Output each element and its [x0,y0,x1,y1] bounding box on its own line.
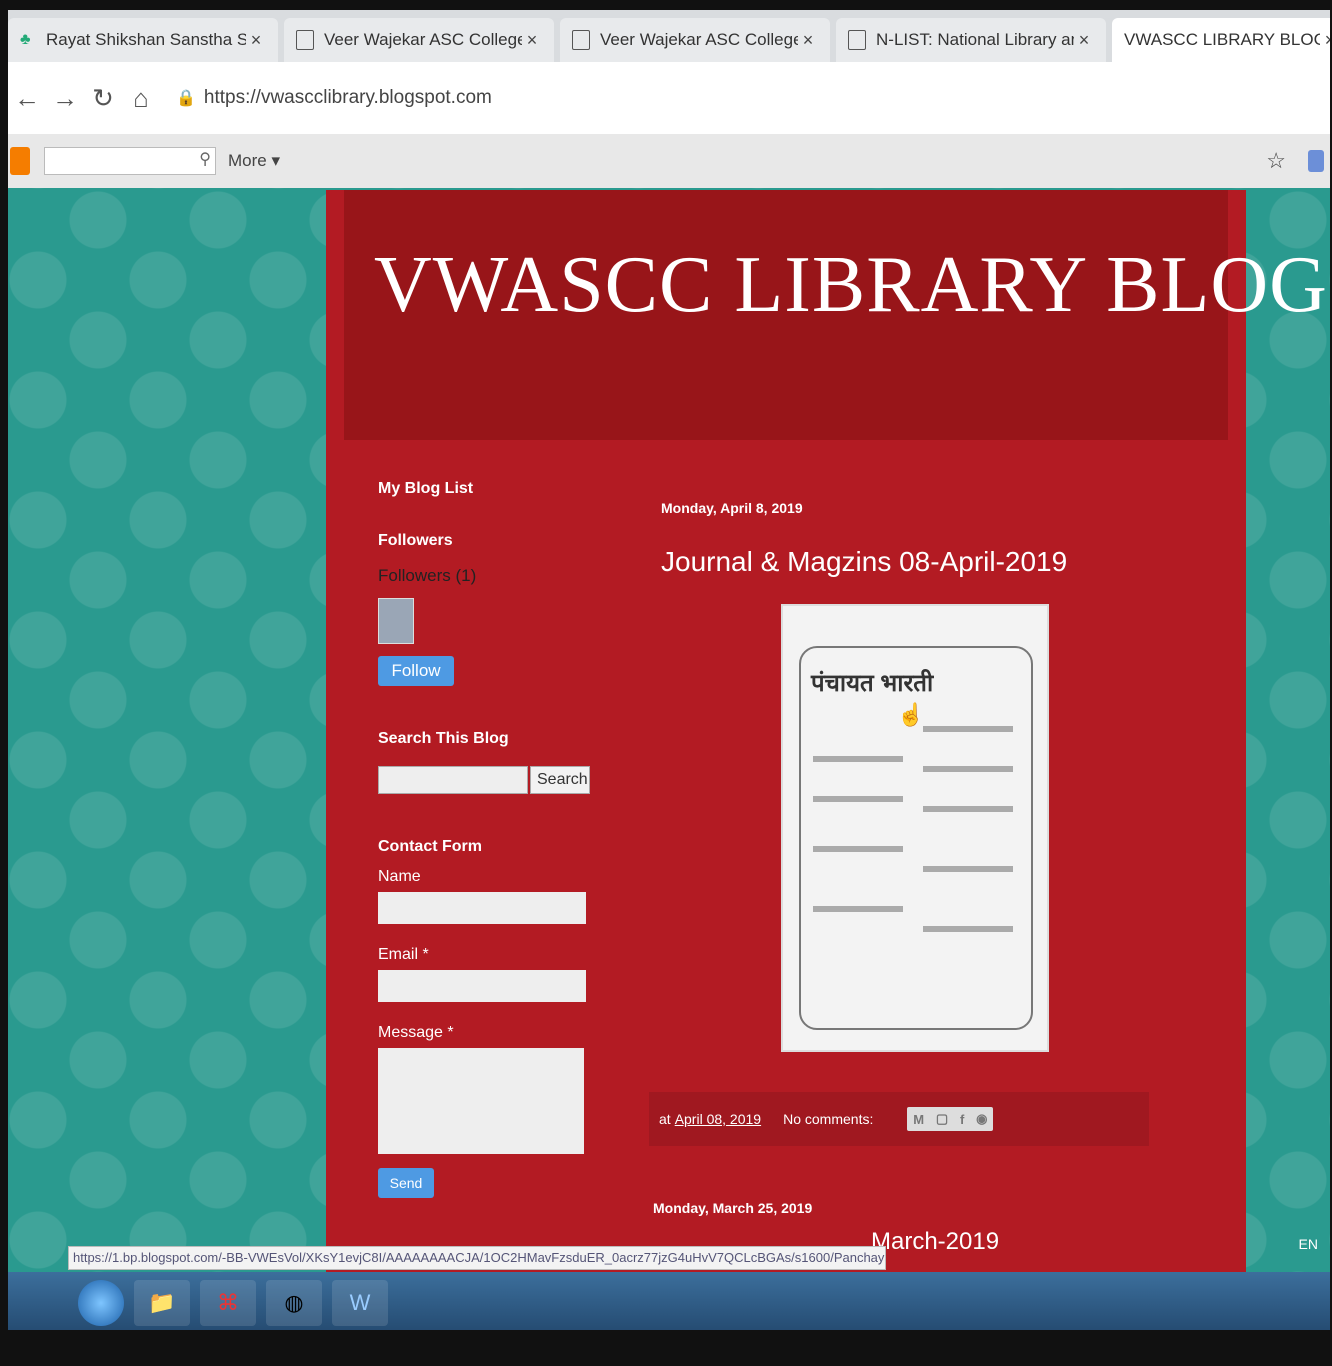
tab-veer-1[interactable]: Veer Wajekar ASC College Librar × [284,18,554,62]
system-tray: EN [1299,1236,1318,1252]
blog-container: VWASCC LIBRARY BLOG My Blog List Followe… [326,190,1327,1330]
post-footer: at April 08, 2019 No comments: M ▢ f ◉ [649,1092,1149,1146]
more-menu[interactable]: More ▾ [228,151,280,171]
tab-title: VWASCC LIBRARY BLOG [1124,30,1320,49]
blogger-logo-icon[interactable] [10,147,30,175]
name-label: Name [378,868,421,885]
blog-share-icon[interactable]: ▢ [936,1111,948,1127]
bookmark-star-icon[interactable]: ☆ [1266,148,1286,174]
avatar[interactable] [378,598,414,644]
main-column: Monday, April 8, 2019 Journal & Magzins … [649,500,1161,1255]
tab-rayat[interactable]: ♣ Rayat Shikshan Sanstha Satara | × [8,18,278,62]
text-line [813,846,903,852]
tab-vwascc[interactable]: VWASCC LIBRARY BLOG × [1112,18,1330,62]
message-field[interactable] [378,1048,584,1154]
close-icon[interactable]: × [1074,30,1094,51]
post-title[interactable]: Journal & Magzins 08-April-2019 [661,546,1161,578]
page-icon [572,30,590,50]
next-post-date: Monday, March 25, 2019 [653,1200,813,1216]
followers-count: Followers (1) [378,566,477,585]
follow-button[interactable]: Follow [378,656,454,686]
chrome-icon[interactable]: ◍ [266,1280,322,1326]
lock-icon: 🔒 [176,90,196,107]
url-field[interactable]: https://vwascclibrary.blogspot.com [204,87,492,109]
post-image[interactable]: पंचायत भारती ☝ [781,604,1049,1052]
send-button[interactable]: Send [378,1168,434,1198]
extension-icon[interactable] [1308,150,1324,172]
next-post-title[interactable]: March-2019 [871,1228,999,1256]
search-button[interactable]: Search [530,766,590,794]
facebook-share-icon[interactable]: f [960,1112,964,1127]
text-line [923,926,1013,932]
blogger-navbar: ⚲ More ▾ ☆ [8,134,1330,188]
close-icon[interactable]: × [522,30,542,51]
text-line [923,726,1013,732]
navbar-search-input[interactable]: ⚲ [44,147,216,175]
text-line [813,756,903,762]
page-icon [848,30,866,50]
blog-list-heading: My Blog List [378,480,474,497]
search-heading: Search This Blog [378,730,509,747]
back-icon[interactable]: ← [8,83,46,114]
page-icon [296,30,314,50]
leaf-icon: ♣ [20,31,31,48]
post-timestamp-link[interactable]: April 08, 2019 [675,1111,761,1127]
blog-header: VWASCC LIBRARY BLOG [344,190,1327,440]
hand-cursor-icon: ☝ [897,702,925,727]
tab-veer-2[interactable]: Veer Wajekar ASC College Librar × [560,18,830,62]
address-bar: ← → ↻ ⌂ 🔒 https://vwascclibrary.blogspot… [8,62,1330,135]
followers-heading: Followers [378,532,453,549]
tab-title: Veer Wajekar ASC College Librar [324,30,522,49]
screen: ♣ Rayat Shikshan Sanstha Satara | × Veer… [8,10,1330,1330]
text-line [923,806,1013,812]
close-icon[interactable]: × [246,30,266,51]
acrobat-icon[interactable]: ⌘ [200,1280,256,1326]
search-input[interactable] [378,766,528,794]
forward-icon[interactable]: → [46,83,84,114]
contact-heading: Contact Form [378,838,482,855]
post-date: Monday, April 8, 2019 [661,500,803,516]
close-icon[interactable]: × [798,30,818,51]
home-icon[interactable]: ⌂ [122,83,160,114]
magazine-title: पंचायत भारती [811,670,934,697]
tab-title: Rayat Shikshan Sanstha Satara | [46,30,246,49]
timestamp-prefix: at [659,1111,671,1127]
text-line [813,796,903,802]
tab-title: Veer Wajekar ASC College Librar [600,30,798,49]
email-label: Email * [378,946,429,963]
tab-nlist[interactable]: N-LIST: National Library and Info × [836,18,1106,62]
text-line [923,866,1013,872]
search-row: Search [378,766,618,794]
tab-bar: ♣ Rayat Shikshan Sanstha Satara | × Veer… [8,10,1330,62]
comments-link[interactable]: No comments: [783,1111,873,1127]
email-share-icon[interactable]: M [913,1112,924,1127]
message-label: Message * [378,1024,454,1041]
text-line [923,766,1013,772]
sidebar: My Blog List Followers Followers (1) Fol… [378,480,618,1198]
blog-title[interactable]: VWASCC LIBRARY BLOG [374,240,1328,331]
text-line [813,906,903,912]
name-field[interactable] [378,892,586,924]
start-button[interactable] [78,1280,124,1326]
status-url: https://1.bp.blogspot.com/-BB-VWEsVol/XK… [68,1246,886,1270]
reload-icon[interactable]: ↻ [84,83,122,114]
share-buttons: M ▢ f ◉ [907,1107,994,1131]
language-indicator[interactable]: EN [1299,1236,1318,1252]
taskbar: 📁 ⌘ ◍ W EN [8,1236,1330,1330]
close-icon[interactable]: × [1320,30,1330,51]
word-icon[interactable]: W [332,1280,388,1326]
explorer-icon[interactable]: 📁 [134,1280,190,1326]
tab-title: N-LIST: National Library and Info [876,30,1074,49]
search-icon[interactable]: ⚲ [199,149,211,169]
pinterest-share-icon[interactable]: ◉ [976,1111,987,1127]
email-field[interactable] [378,970,586,1002]
